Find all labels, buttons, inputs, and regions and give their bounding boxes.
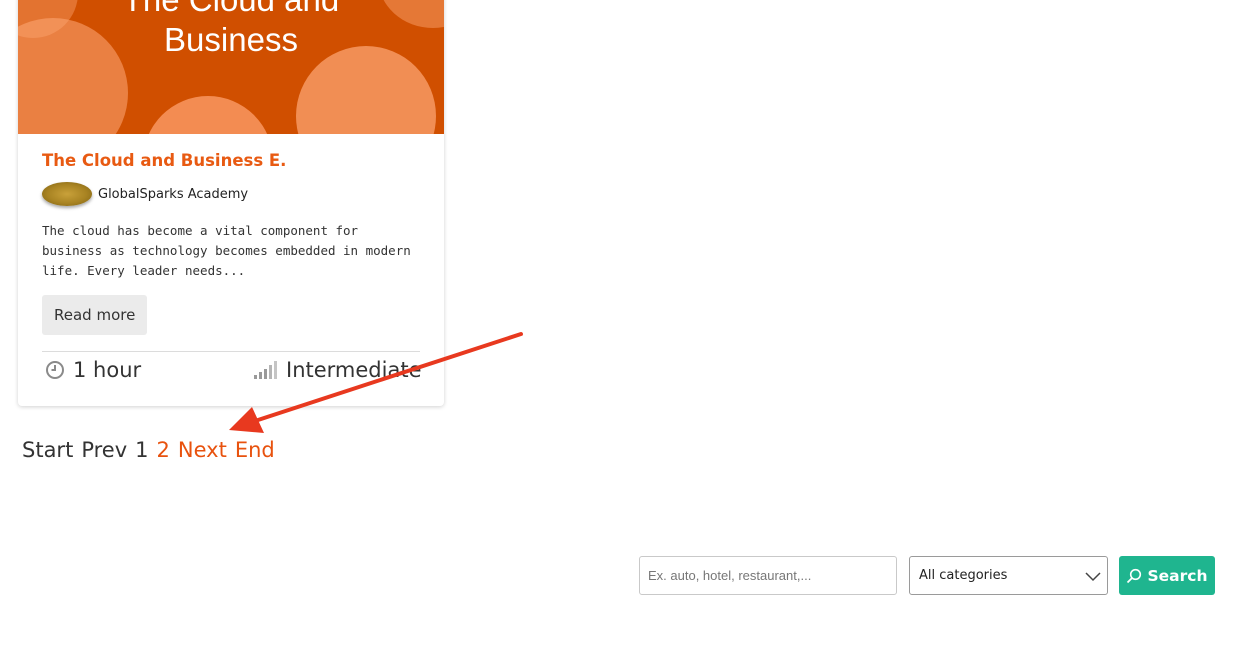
author-name[interactable]: GlobalSparks Academy	[98, 187, 248, 202]
course-description: The cloud has become a vital component f…	[42, 223, 411, 278]
search-button-label: Search	[1147, 566, 1208, 585]
course-banner-image[interactable]: The Cloud and Business	[18, 0, 444, 134]
search-input[interactable]	[639, 556, 897, 595]
card-divider	[42, 351, 420, 352]
search-button[interactable]: Search	[1119, 556, 1215, 595]
author-avatar	[42, 182, 92, 206]
search-icon	[1127, 568, 1142, 583]
banner-title: The Cloud and Business	[123, 0, 339, 58]
pagination-prev: Prev	[81, 438, 128, 462]
pagination-start: Start	[22, 438, 74, 462]
pagination: Start Prev 1 2 Next End	[22, 438, 275, 462]
pagination-page-2[interactable]: 2	[157, 438, 170, 462]
course-author[interactable]: GlobalSparks Academy	[42, 182, 248, 206]
pagination-page-1: 1	[135, 438, 149, 462]
duration-text: 1 hour	[73, 358, 142, 382]
course-duration: 1 hour	[45, 358, 141, 382]
course-title-link[interactable]: The Cloud and Business E.	[42, 151, 286, 170]
category-selected-value: All categories	[919, 568, 1008, 583]
signal-bars-icon	[254, 361, 277, 379]
course-level: Intermediate	[254, 358, 422, 382]
banner-decor-circle	[143, 96, 273, 134]
category-select[interactable]: All categories	[909, 556, 1108, 595]
pagination-end[interactable]: End	[235, 438, 275, 462]
read-more-button[interactable]: Read more	[42, 295, 148, 335]
clock-icon	[46, 361, 64, 379]
level-text: Intermediate	[286, 358, 422, 382]
pagination-next[interactable]: Next	[178, 438, 227, 462]
chevron-down-icon	[1085, 572, 1101, 582]
course-card: The Cloud and Business The Cloud and Bus…	[18, 0, 444, 406]
